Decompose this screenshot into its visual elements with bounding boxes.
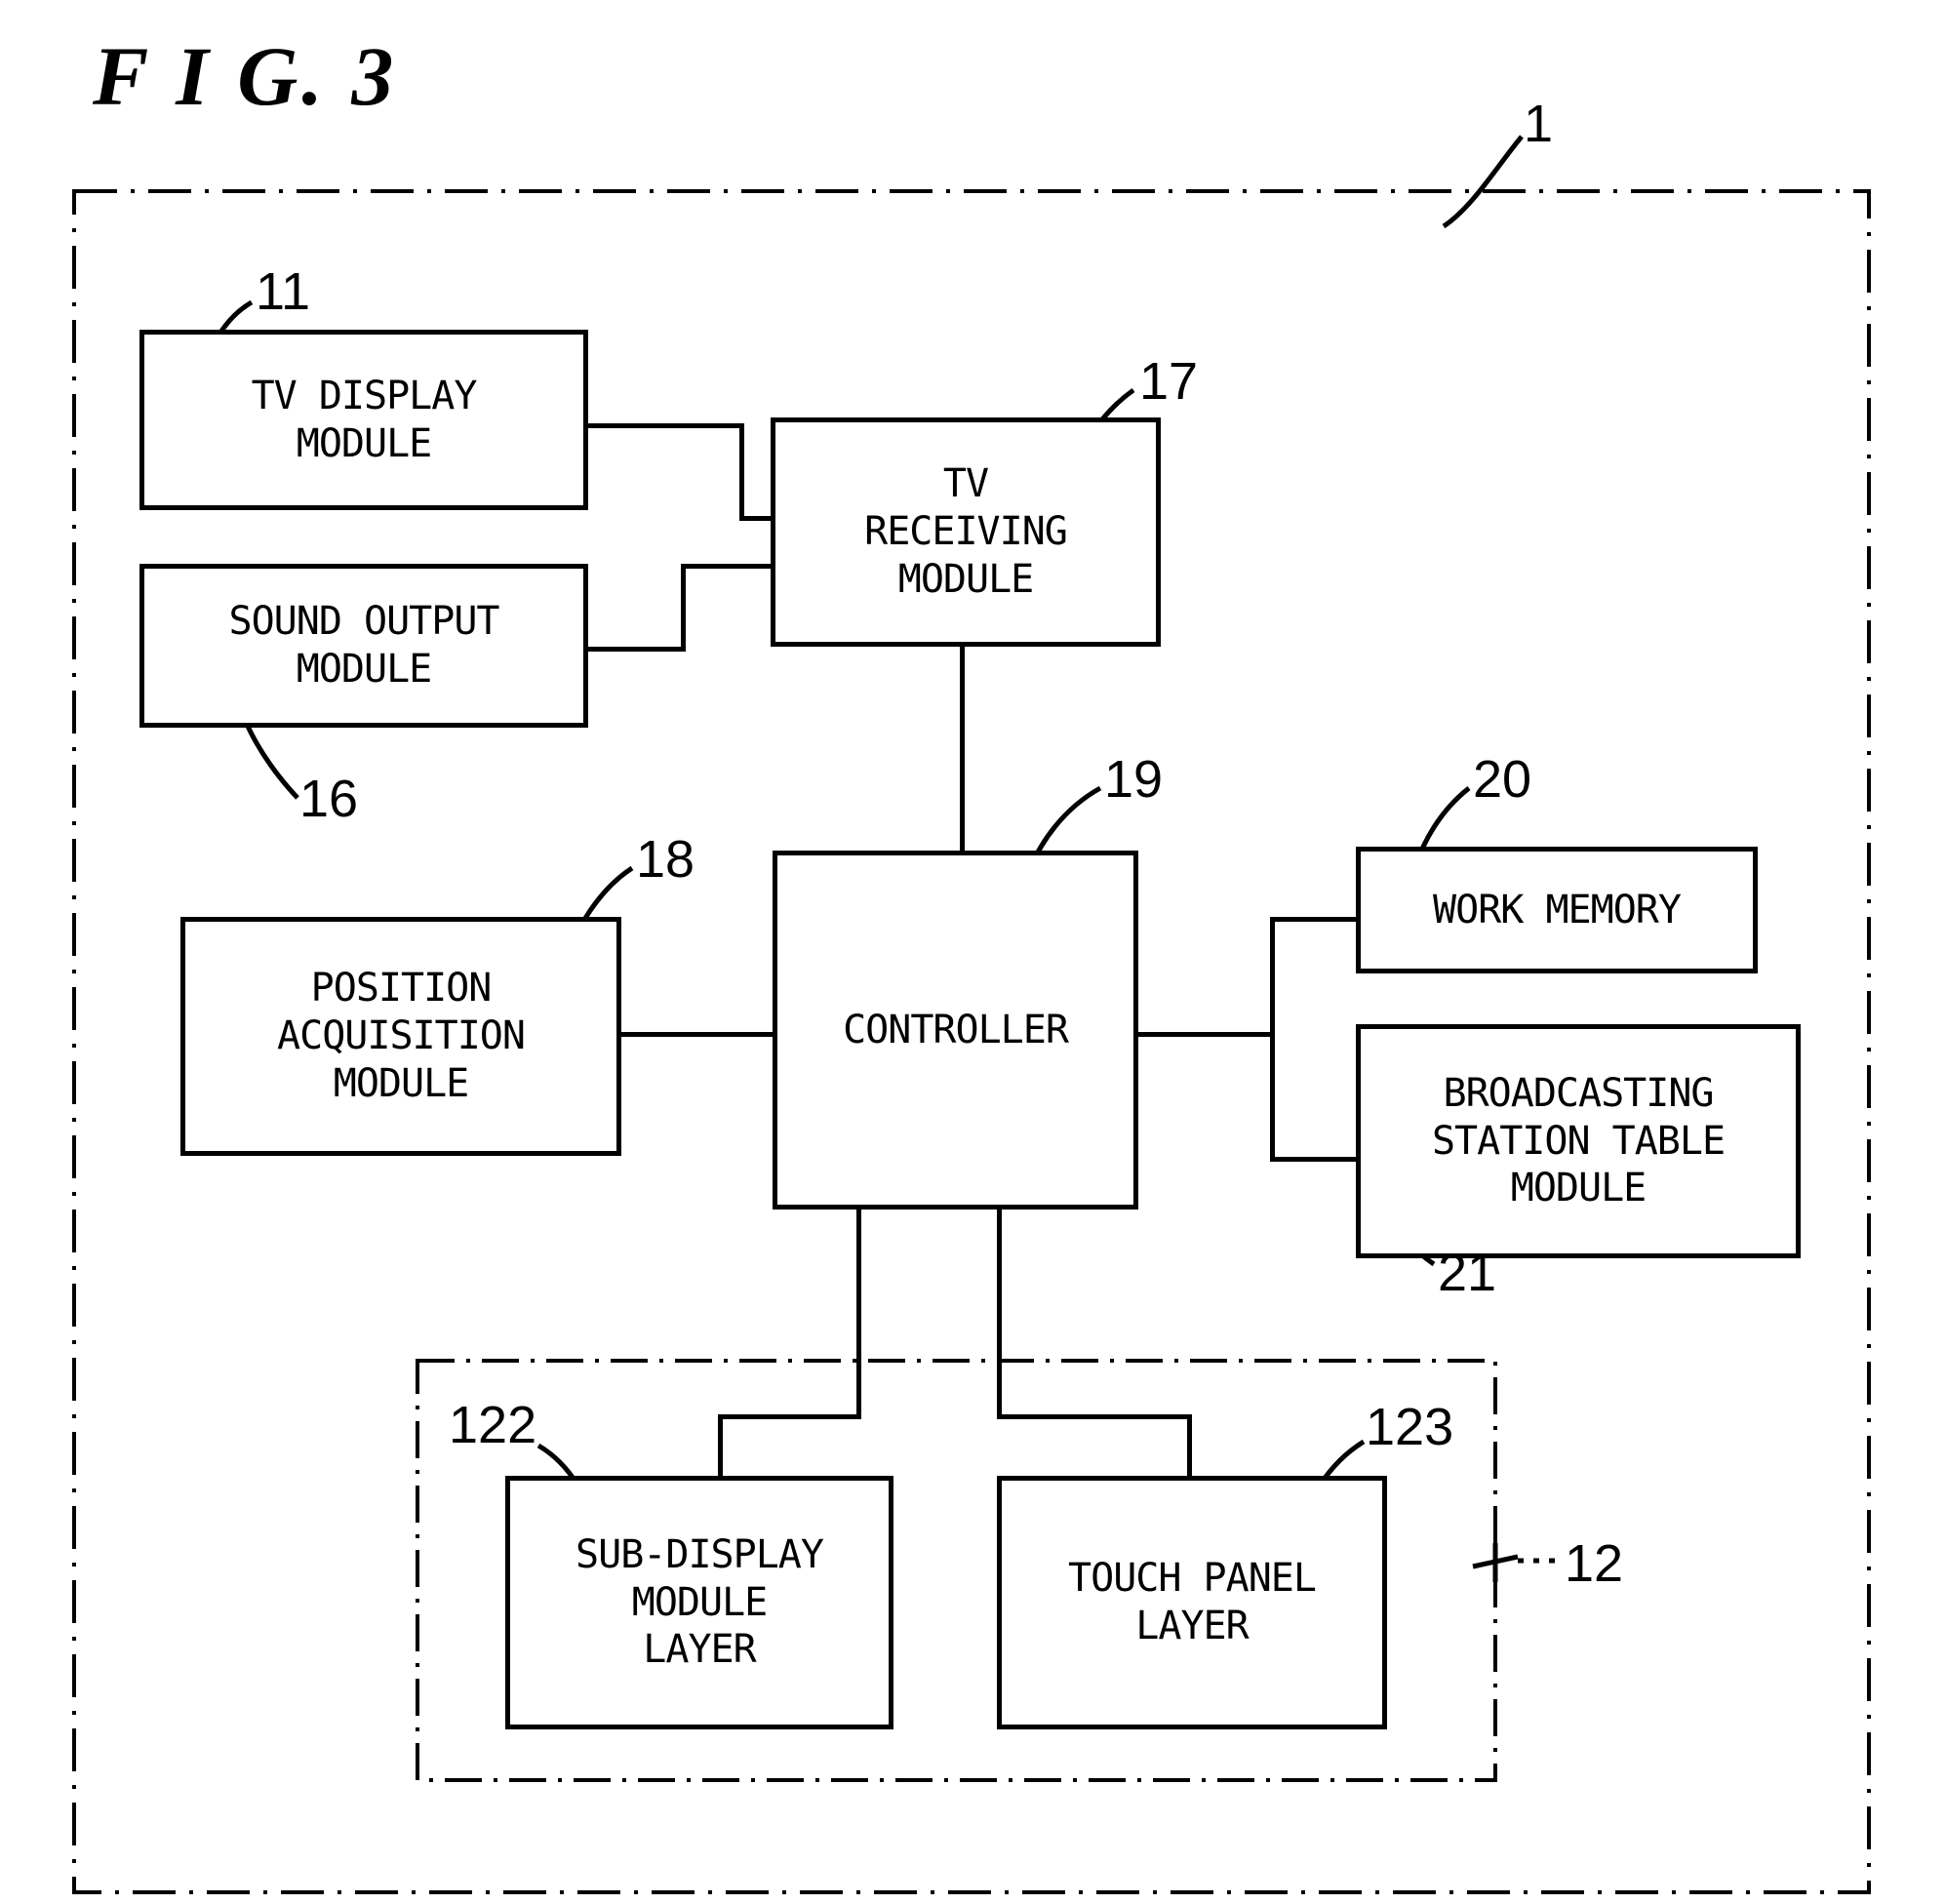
block-controller-label: CONTROLLER — [843, 1007, 1069, 1052]
block-broadcasting-station-table-module-label: BROADCASTING STATION TABLE MODULE — [1431, 1070, 1726, 1211]
ref-work-memory: 20 — [1473, 750, 1532, 809]
block-touch-panel-layer-label: TOUCH PANEL LAYER — [1068, 1556, 1317, 1648]
connector-controller-touchpanel-v1 — [997, 1210, 1002, 1419]
connector-bus-broadcasttable — [1270, 1157, 1358, 1162]
block-position-acquisition-module-label: POSITION ACQUISITION MODULE — [277, 966, 526, 1106]
leader-line-sound-output — [243, 720, 299, 800]
connector-controller-touchpanel-h — [997, 1414, 1192, 1419]
ref-controller: 19 — [1104, 750, 1164, 809]
block-sound-output-module[interactable]: SOUND OUTPUT MODULE — [139, 564, 588, 728]
figure-title: F I G. 3 — [93, 29, 398, 123]
ref-tv-display-module: 11 — [256, 262, 311, 321]
block-broadcasting-station-table-module[interactable]: BROADCASTING STATION TABLE MODULE — [1356, 1024, 1801, 1258]
ref-sound-output-module: 16 — [299, 770, 359, 828]
connector-bus-workmemory — [1270, 917, 1358, 922]
block-tv-receiving-module-label: TV RECEIVING MODULE — [864, 461, 1068, 602]
patent-figure-page: F I G. 3 1 11 16 17 18 19 20 21 122 123 … — [0, 0, 1945, 1904]
block-controller[interactable]: CONTROLLER — [773, 851, 1138, 1210]
cross-mark-display-unit — [1472, 1543, 1519, 1582]
block-tv-display-module[interactable]: TV DISPLAY MODULE — [139, 330, 588, 510]
block-tv-receiving-module[interactable]: TV RECEIVING MODULE — [771, 417, 1161, 647]
connector-sound-h1 — [588, 647, 686, 652]
ref-system: 1 — [1524, 95, 1554, 153]
block-touch-panel-layer[interactable]: TOUCH PANEL LAYER — [997, 1476, 1387, 1729]
block-sub-display-module-layer-label: SUB-DISPLAY MODULE LAYER — [576, 1531, 824, 1673]
ref-sub-display-module-layer: 122 — [449, 1396, 537, 1454]
connector-tvreceiving-controller — [960, 644, 965, 853]
connector-tvdisplay-v — [739, 423, 744, 521]
connector-tvdisplay-h1 — [588, 423, 744, 428]
block-position-acquisition-module[interactable]: POSITION ACQUISITION MODULE — [180, 917, 621, 1156]
leader-line-system — [1442, 135, 1524, 229]
ref-touch-panel-layer: 123 — [1366, 1398, 1454, 1456]
block-tv-display-module-label: TV DISPLAY MODULE — [251, 373, 478, 466]
block-work-memory[interactable]: WORK MEMORY — [1356, 847, 1758, 973]
connector-position-controller — [621, 1032, 773, 1037]
ref-tv-receiving-module: 17 — [1139, 352, 1199, 411]
block-sub-display-module-layer[interactable]: SUB-DISPLAY MODULE LAYER — [505, 1476, 893, 1729]
block-sound-output-module-label: SOUND OUTPUT MODULE — [228, 599, 500, 692]
ref-position-acquisition-module: 18 — [636, 830, 695, 889]
connector-controller-busline — [1137, 1032, 1274, 1037]
connector-sound-v — [681, 564, 686, 652]
connector-right-bus — [1270, 917, 1275, 1161]
connector-controller-subdisplay-v1 — [856, 1210, 861, 1419]
block-work-memory-label: WORK MEMORY — [1433, 887, 1682, 932]
ref-display-unit: 12 — [1565, 1534, 1624, 1593]
connector-controller-subdisplay-h — [718, 1414, 861, 1419]
